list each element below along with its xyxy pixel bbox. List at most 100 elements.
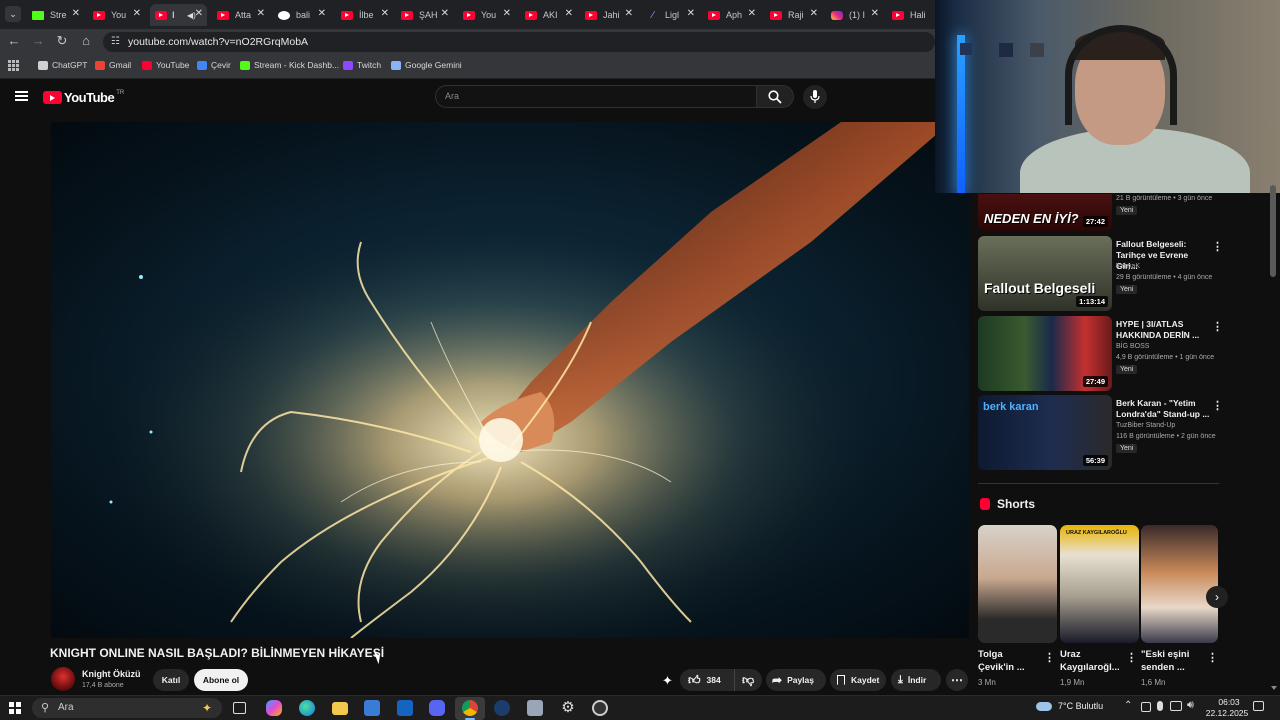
- microphone-tray-icon[interactable]: [1157, 701, 1163, 711]
- browser-tab[interactable]: Jahi ✕: [580, 4, 637, 26]
- settings-gear-icon[interactable]: ⚙: [560, 700, 576, 716]
- chrome-icon[interactable]: [462, 700, 478, 716]
- windows-start-icon[interactable]: [9, 702, 21, 714]
- short-title[interactable]: Tolga Çevik'in ...: [978, 648, 1040, 674]
- tray-overflow-icon[interactable]: ⌃: [1124, 700, 1132, 711]
- browser-tab[interactable]: ŞAH ✕: [396, 4, 453, 26]
- close-tab-icon[interactable]: ✕: [748, 8, 756, 19]
- network-icon[interactable]: [1170, 701, 1182, 711]
- recommended-video[interactable]: 27:49 HYPE | 3I/ATLAS HAKKINDA DERİN ... B…: [978, 316, 1223, 394]
- subscribe-button[interactable]: Abone ol: [194, 669, 248, 691]
- file-explorer-icon[interactable]: [332, 702, 348, 715]
- app-icon[interactable]: [527, 700, 543, 716]
- short-thumbnail[interactable]: [978, 525, 1057, 643]
- bookmark-item[interactable]: Google Gemini: [391, 60, 462, 70]
- short-title[interactable]: Uraz Kaygılaroğl...: [1060, 648, 1122, 674]
- share-button[interactable]: ➦ Paylaş: [766, 669, 826, 691]
- weather-widget[interactable]: 7°C Bulutlu: [1036, 701, 1103, 711]
- bookmark-item[interactable]: Çevir: [197, 60, 231, 70]
- more-actions-button[interactable]: ⋯: [946, 669, 968, 691]
- apps-grid-icon[interactable]: [8, 60, 19, 71]
- more-options-icon[interactable]: ⋮: [1207, 651, 1218, 664]
- forward-icon[interactable]: →: [30, 33, 46, 48]
- channel-name[interactable]: YahyaK: [1116, 263, 1140, 270]
- close-tab-icon[interactable]: ✕: [257, 8, 265, 19]
- short-thumbnail[interactable]: [1141, 525, 1218, 643]
- close-tab-icon[interactable]: ✕: [810, 8, 818, 19]
- more-options-icon[interactable]: ⋮: [1044, 651, 1055, 664]
- close-tab-icon[interactable]: ✕: [441, 8, 449, 19]
- browser-tab[interactable]: Raji ✕: [765, 4, 822, 26]
- back-icon[interactable]: ←: [6, 33, 22, 48]
- video-thumbnail[interactable]: berk karan 56:39: [978, 395, 1112, 470]
- video-thumbnail[interactable]: Fallout Belgeseli 1:13:14: [978, 236, 1112, 311]
- video-thumbnail[interactable]: 27:49: [978, 316, 1112, 391]
- browser-tab[interactable]: Hali: [887, 4, 935, 26]
- copilot-icon[interactable]: [266, 700, 282, 716]
- recommended-video[interactable]: NEDEN EN İYİ? 27:42 21 B görüntüleme • 3 g…: [978, 158, 1223, 236]
- video-title[interactable]: HYPE | 3I/ATLAS HAKKINDA DERİN ...: [1116, 319, 1211, 341]
- save-button[interactable]: Kaydet: [830, 669, 886, 691]
- browser-tab[interactable]: İlbe ✕: [336, 4, 393, 26]
- bookmark-item[interactable]: ChatGPT: [38, 60, 87, 70]
- video-title[interactable]: Berk Karan - "Yetim Londra'da" Stand-up …: [1116, 398, 1211, 420]
- close-tab-icon[interactable]: ✕: [195, 8, 203, 19]
- more-options-icon[interactable]: ⋮: [1212, 399, 1223, 412]
- search-button[interactable]: [756, 85, 794, 108]
- short-thumbnail[interactable]: URAZ KAYGILAROĞLU: [1060, 525, 1139, 643]
- tab-search-button[interactable]: ⌄: [5, 6, 21, 22]
- search-input[interactable]: Ara: [435, 85, 757, 108]
- close-tab-icon[interactable]: ✕: [133, 8, 141, 19]
- address-bar[interactable]: ☷ youtube.com/watch?v=nO2RGrqMobA: [103, 32, 935, 52]
- bookmark-item[interactable]: Gmail: [95, 60, 131, 70]
- clock-date[interactable]: 22.12.2025: [1203, 708, 1251, 718]
- task-view-icon[interactable]: [233, 702, 246, 714]
- like-button[interactable]: 👍︎ 384: [680, 669, 735, 691]
- recommended-video[interactable]: berk karan 56:39 Berk Karan - "Yetim Londr…: [978, 395, 1223, 473]
- outlook-icon[interactable]: [397, 700, 413, 716]
- video-player[interactable]: [51, 122, 969, 638]
- browser-tab[interactable]: You ✕: [88, 4, 145, 26]
- channel-name[interactable]: BİG BOSS: [1116, 343, 1149, 350]
- browser-tab[interactable]: You ✕: [458, 4, 515, 26]
- browser-tab[interactable]: AKI ✕: [520, 4, 577, 26]
- taskbar-search-input[interactable]: ⚲ Ara ✦: [32, 698, 222, 718]
- edge-icon[interactable]: [299, 700, 315, 716]
- dislike-button[interactable]: 👎︎: [735, 673, 754, 688]
- sparkle-icon[interactable]: ✦: [662, 673, 673, 689]
- menu-icon[interactable]: [15, 91, 28, 101]
- browser-tab[interactable]: Stre ✕: [27, 4, 84, 26]
- site-info-icon[interactable]: ☷: [111, 32, 120, 52]
- steam-icon[interactable]: [494, 700, 510, 716]
- reload-icon[interactable]: ↻: [54, 33, 70, 49]
- close-tab-icon[interactable]: ✕: [503, 8, 511, 19]
- bookmark-item[interactable]: Stream - Kick Dashb...: [240, 60, 339, 70]
- channel-name[interactable]: TuzBiber Stand-Up: [1116, 422, 1175, 429]
- clock-time[interactable]: 06:03: [1210, 697, 1248, 707]
- home-icon[interactable]: ⌂: [78, 33, 94, 48]
- obs-icon[interactable]: [592, 700, 608, 716]
- recommended-video[interactable]: Fallout Belgeseli 1:13:14 Fallout Belgesel…: [978, 236, 1223, 314]
- more-options-icon[interactable]: ⋮: [1212, 240, 1223, 253]
- youtube-logo[interactable]: YouTube TR: [43, 90, 124, 105]
- more-options-icon[interactable]: ⋮: [1126, 651, 1137, 664]
- close-tab-icon[interactable]: ✕: [687, 8, 695, 19]
- volume-icon[interactable]: 🔊︎: [1187, 699, 1194, 712]
- bookmark-item[interactable]: Twitch: [343, 60, 381, 70]
- download-button[interactable]: ⤓ İndir: [891, 669, 941, 691]
- tray-app-icon[interactable]: [1141, 702, 1151, 712]
- shorts-next-button[interactable]: ›: [1206, 586, 1228, 608]
- close-tab-icon[interactable]: ✕: [381, 8, 389, 19]
- browser-tab[interactable]: Aph ✕: [703, 4, 760, 26]
- scrollbar-arrow-icon[interactable]: [1271, 686, 1277, 690]
- discord-icon[interactable]: [429, 700, 445, 716]
- close-tab-icon[interactable]: ✕: [565, 8, 573, 19]
- close-tab-icon[interactable]: ✕: [72, 8, 80, 19]
- microsoft-store-icon[interactable]: [364, 700, 380, 716]
- browser-tab[interactable]: ◀) I ✕: [150, 4, 207, 26]
- video-thumbnail[interactable]: NEDEN EN İYİ? 27:42: [978, 194, 1112, 231]
- browser-tab[interactable]: ⁄ Ligl ✕: [642, 4, 699, 26]
- browser-tab[interactable]: (1) I ✕: [826, 4, 883, 26]
- browser-tab[interactable]: Atta ✕: [212, 4, 269, 26]
- voice-search-button[interactable]: [803, 85, 827, 109]
